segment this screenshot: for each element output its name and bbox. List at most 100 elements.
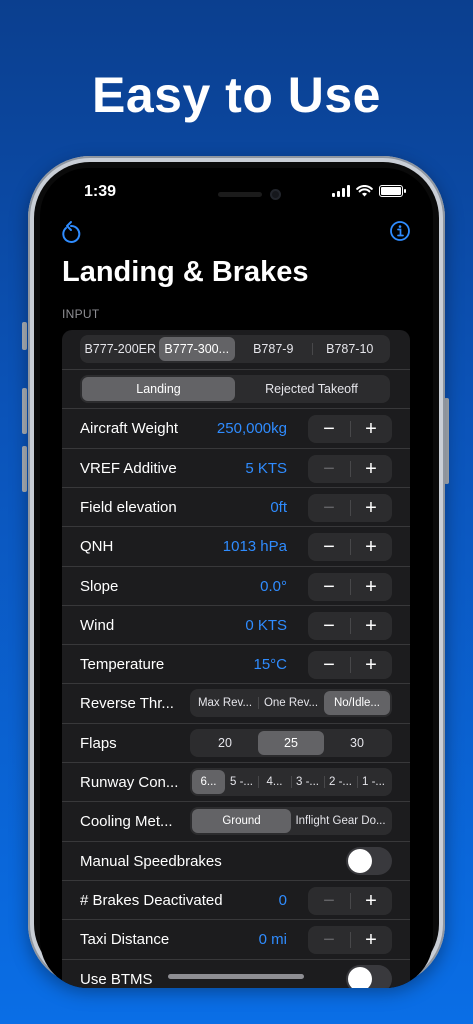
segment-reverse-max[interactable]: Max Rev... (192, 691, 258, 715)
input-card: B777-200ER B777-300... B787-9 B787-10 La… (62, 330, 410, 988)
headline: Easy to Use (92, 67, 381, 123)
home-indicator[interactable] (168, 974, 304, 979)
slope-value: 0.0° (260, 577, 287, 595)
temperature-row: Temperature 15°C − + (62, 644, 410, 683)
wind-increment-button[interactable]: + (350, 612, 392, 640)
segment-runway-3[interactable]: 3 -... (291, 770, 324, 794)
taxi-distance-label: Taxi Distance (80, 931, 170, 949)
cellular-signal-icon (332, 185, 350, 197)
manual-speedbrakes-row: Manual Speedbrakes (62, 840, 410, 880)
qnh-row: QNH 1013 hPa − + (62, 526, 410, 565)
use-btms-toggle[interactable] (346, 964, 392, 988)
brakes-deactivated-value: 0 (278, 891, 287, 909)
phone-side-button (22, 322, 27, 350)
mode-segmented-control[interactable]: Landing Rejected Takeoff (80, 375, 390, 403)
aircraft-weight-label: Aircraft Weight (80, 420, 179, 438)
aircraft-weight-increment-button[interactable]: + (350, 415, 392, 443)
manual-speedbrakes-label: Manual Speedbrakes (80, 852, 222, 870)
aircraft-weight-stepper[interactable]: − + (308, 415, 392, 444)
reverse-thrust-row: Reverse Thr... Max Rev... One Rev... No/… (62, 683, 410, 722)
wind-stepper[interactable]: − + (308, 611, 392, 640)
field-elevation-stepper[interactable]: − + (308, 493, 392, 522)
segment-runway-1[interactable]: 1 -... (357, 770, 390, 794)
vref-additive-stepper[interactable]: − + (308, 454, 392, 483)
wind-row: Wind 0 KTS − + (62, 604, 410, 644)
temperature-increment-button[interactable]: + (350, 651, 392, 679)
segment-runway-6[interactable]: 6... (192, 770, 225, 794)
status-icons (332, 185, 406, 197)
qnh-value: 1013 hPa (222, 538, 287, 556)
app-screen: 1:39 Landing & Brakes INPUT B777-200ER B… (40, 168, 433, 988)
runway-condition-row: Runway Con... 6... 5 -... 4... 3 -... 2 … (62, 762, 410, 801)
battery-icon (379, 185, 406, 197)
cooling-method-label: Cooling Met... (80, 813, 173, 831)
aircraft-weight-row: Aircraft Weight 250,000kg − + (62, 408, 410, 447)
segment-runway-5[interactable]: 5 -... (225, 770, 258, 794)
segment-aircraft-b777-200er[interactable]: B777-200ER (82, 337, 159, 361)
reset-arrow-icon[interactable] (60, 220, 82, 244)
segment-runway-2[interactable]: 2 -... (324, 770, 357, 794)
temperature-stepper[interactable]: − + (308, 651, 392, 680)
brakes-deactivated-row: # Brakes Deactivated 0 − + (62, 879, 410, 919)
segment-rejected-takeoff[interactable]: Rejected Takeoff (235, 377, 388, 401)
temperature-label: Temperature (80, 656, 165, 674)
segment-reverse-no-idle[interactable]: No/Idle... (324, 691, 390, 716)
info-icon[interactable] (389, 220, 411, 242)
segment-flaps-20[interactable]: 20 (192, 731, 258, 755)
vref-additive-row: VREF Additive 5 KTS − + (62, 447, 410, 487)
segment-aircraft-b787-9[interactable]: B787-9 (235, 337, 312, 361)
segment-cooling-inflight[interactable]: Inflight Gear Do... (291, 809, 390, 833)
taxi-distance-decrement-button[interactable]: − (308, 926, 350, 954)
section-label-input: INPUT (62, 307, 100, 321)
taxi-distance-increment-button[interactable]: + (350, 926, 392, 954)
slope-decrement-button[interactable]: − (308, 573, 350, 601)
runway-condition-label: Runway Con... (80, 774, 179, 791)
camera-icon (270, 189, 281, 200)
cooling-method-segmented-control[interactable]: Ground Inflight Gear Do... (190, 807, 392, 836)
slope-label: Slope (80, 577, 119, 595)
aircraft-segmented-control[interactable]: B777-200ER B777-300... B787-9 B787-10 (80, 335, 390, 363)
cooling-method-row: Cooling Met... Ground Inflight Gear Do..… (62, 801, 410, 840)
segment-flaps-25[interactable]: 25 (258, 730, 324, 755)
slope-row: Slope 0.0° − + (62, 565, 410, 605)
brakes-deactivated-increment-button[interactable]: + (350, 887, 392, 915)
field-elevation-increment-button[interactable]: + (350, 494, 392, 522)
slope-stepper[interactable]: − + (308, 572, 392, 601)
segment-aircraft-b787-10[interactable]: B787-10 (311, 337, 389, 361)
segment-cooling-ground[interactable]: Ground (192, 809, 291, 834)
segment-reverse-one[interactable]: One Rev... (258, 691, 324, 715)
vref-additive-decrement-button[interactable]: − (308, 455, 350, 483)
segment-runway-4[interactable]: 4... (258, 770, 291, 794)
aircraft-weight-decrement-button[interactable]: − (308, 415, 350, 443)
segment-aircraft-b777-300[interactable]: B777-300... (158, 337, 235, 361)
taxi-distance-row: Taxi Distance 0 mi − + (62, 919, 410, 958)
manual-speedbrakes-toggle[interactable] (346, 846, 392, 875)
field-elevation-decrement-button[interactable]: − (308, 494, 350, 522)
wind-value: 0 KTS (245, 616, 287, 634)
taxi-distance-stepper[interactable]: − + (308, 926, 392, 955)
flaps-segmented-control[interactable]: 20 25 30 (190, 728, 392, 757)
taxi-distance-value: 0 mi (258, 931, 287, 949)
page-title: Landing & Brakes (62, 256, 309, 288)
mode-row: Landing Rejected Takeoff (62, 369, 410, 408)
slope-increment-button[interactable]: + (350, 573, 392, 601)
vref-additive-increment-button[interactable]: + (350, 455, 392, 483)
brakes-deactivated-decrement-button[interactable]: − (308, 887, 350, 915)
wind-label: Wind (80, 616, 115, 634)
temperature-decrement-button[interactable]: − (308, 651, 350, 679)
status-time: 1:39 (84, 183, 117, 200)
segment-landing[interactable]: Landing (82, 377, 235, 401)
qnh-increment-button[interactable]: + (350, 533, 392, 561)
aircraft-weight-value: 250,000kg (216, 420, 287, 438)
brakes-deactivated-stepper[interactable]: − + (308, 886, 392, 915)
qnh-decrement-button[interactable]: − (308, 533, 350, 561)
field-elevation-row: Field elevation 0ft − + (62, 486, 410, 526)
wind-decrement-button[interactable]: − (308, 612, 350, 640)
brakes-deactivated-label: # Brakes Deactivated (80, 891, 223, 909)
runway-condition-segmented-control[interactable]: 6... 5 -... 4... 3 -... 2 -... 1 -... (190, 768, 392, 796)
flaps-label: Flaps (80, 734, 117, 752)
segment-flaps-30[interactable]: 30 (324, 731, 390, 755)
phone-volume-down (22, 446, 27, 492)
qnh-stepper[interactable]: − + (308, 533, 392, 562)
reverse-thrust-segmented-control[interactable]: Max Rev... One Rev... No/Idle... (190, 689, 392, 718)
